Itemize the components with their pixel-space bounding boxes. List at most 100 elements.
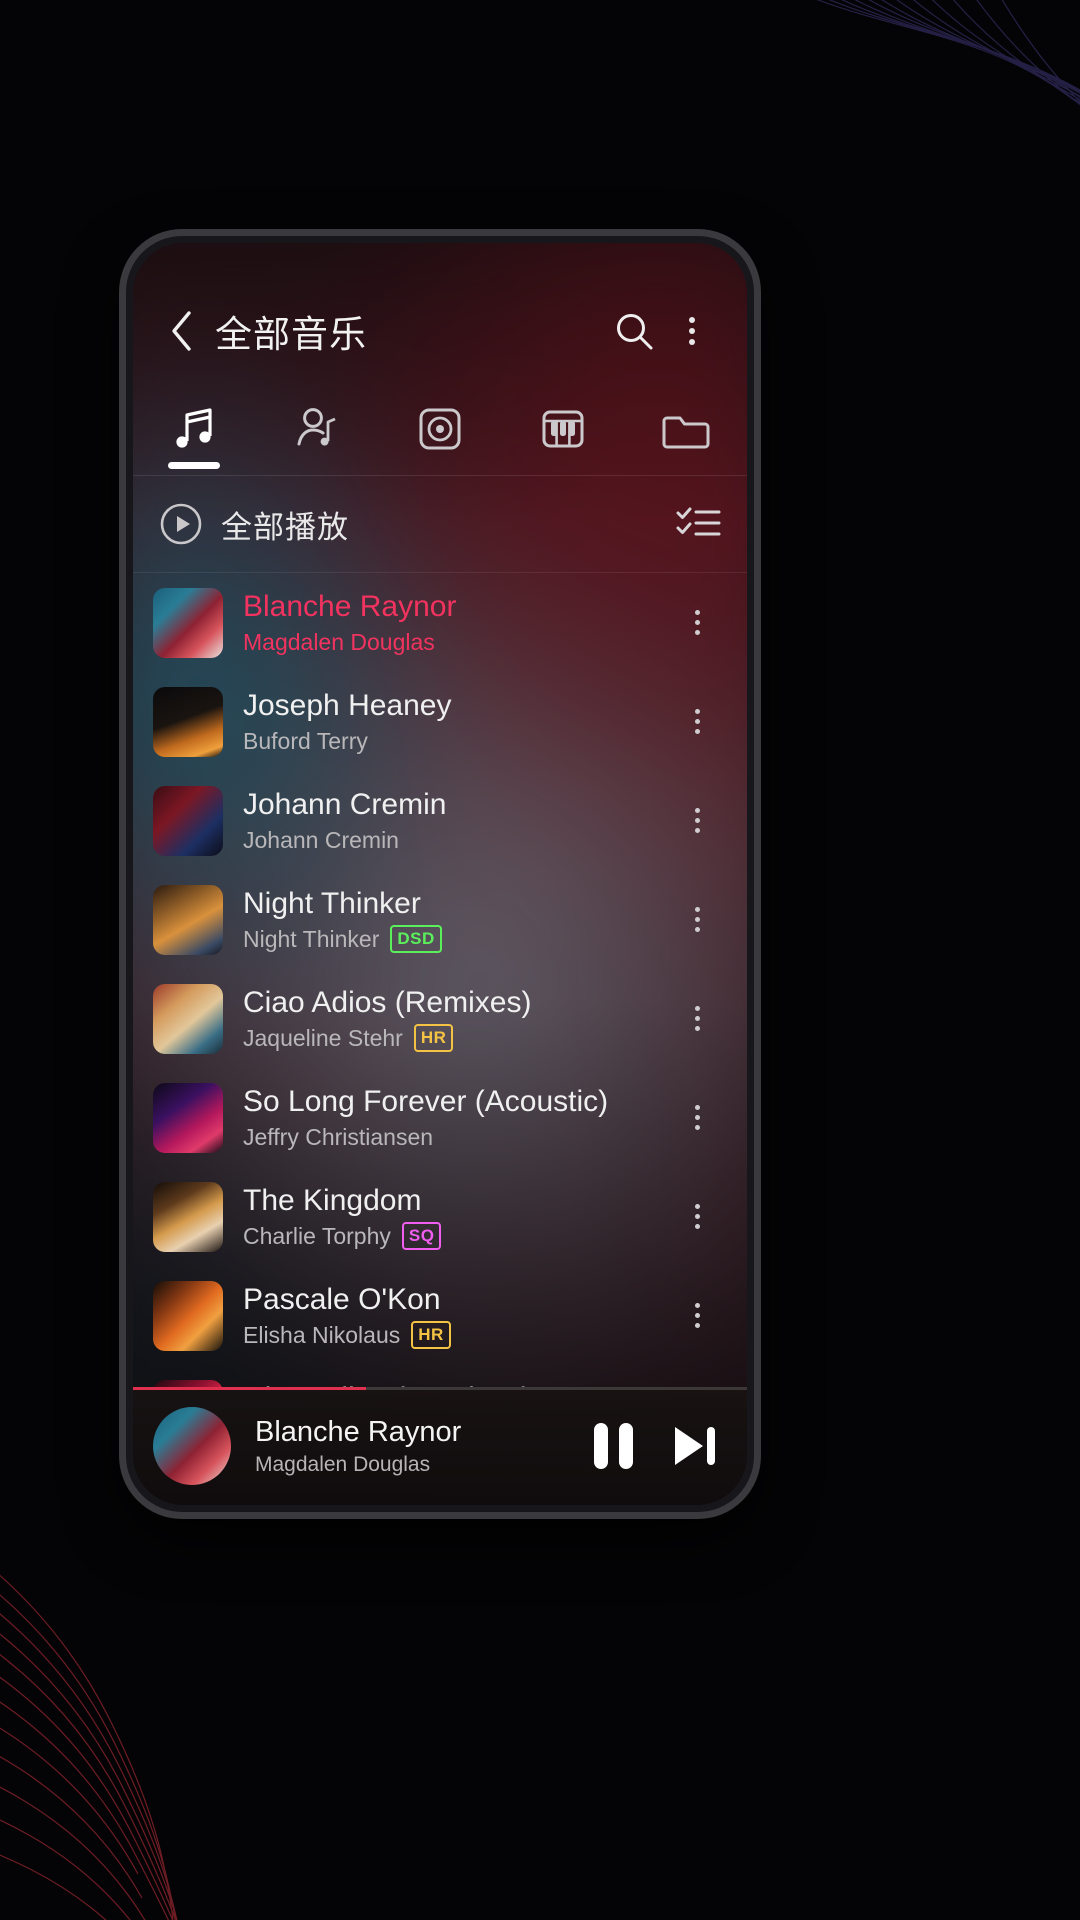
song-metadata: Johann Cremin Johann Cremin (243, 787, 669, 854)
song-row[interactable]: Joseph Heaney Buford Terry (133, 672, 747, 771)
song-subtitle-row: Magdalen Douglas (243, 628, 669, 656)
piano-keys-icon (542, 410, 584, 448)
song-overflow-button[interactable] (669, 610, 725, 635)
song-title: The Kingdom (243, 1184, 422, 1217)
song-artist: Jaqueline Stehr (243, 1025, 403, 1051)
quality-badge: HR (413, 1024, 454, 1052)
quality-badge: HR (411, 1321, 451, 1349)
tab-active-indicator (168, 462, 221, 469)
song-artist: Night Thinker (243, 926, 380, 952)
song-artist: Magdalen Douglas (243, 629, 435, 655)
song-overflow-button[interactable] (669, 709, 725, 734)
page-title: 全部音乐 (215, 314, 367, 355)
song-title: Night Thinker (243, 887, 421, 920)
song-subtitle-row: Jeffry Christiansen (243, 1123, 669, 1151)
quality-badge: DSD (390, 925, 442, 953)
artwork-image (153, 1181, 223, 1252)
song-overflow-button[interactable] (669, 1303, 725, 1328)
playback-progress-fill (133, 1387, 367, 1390)
song-title: Blanche Raynor (243, 590, 457, 623)
phone-frame: 全部音乐 全部播放 Blanche Raynor Magdalen Dougla… (126, 236, 754, 1512)
playback-progress-bar[interactable] (133, 1387, 747, 1390)
song-title: So Long Forever (Acoustic) (243, 1085, 609, 1118)
song-overflow-button[interactable] (669, 1105, 725, 1130)
mini-player-artist: Magdalen Douglas (255, 1452, 431, 1476)
tab-albums[interactable] (379, 383, 502, 475)
song-title: Pascale O'Kon (243, 1283, 441, 1316)
song-artwork (153, 884, 223, 955)
song-overflow-button[interactable] (669, 808, 725, 833)
tab-genres[interactable] (501, 383, 624, 475)
artwork-image (153, 1082, 223, 1153)
song-artwork (153, 1082, 223, 1153)
mini-player-metadata[interactable]: Blanche Raynor Magdalen Douglas (255, 1415, 578, 1478)
song-overflow-button[interactable] (669, 907, 725, 932)
search-icon (617, 314, 653, 350)
artwork-image (153, 587, 223, 658)
more-vertical-icon (694, 610, 700, 635)
more-vertical-icon (689, 317, 695, 345)
song-artwork (153, 686, 223, 757)
artwork-image (153, 785, 223, 856)
song-artwork (153, 1280, 223, 1351)
song-row[interactable]: The Kingdom Charlie Torphy SQ (133, 1167, 747, 1266)
song-subtitle-row: Johann Cremin (243, 826, 669, 854)
song-artist: Johann Cremin (243, 827, 399, 853)
pause-button[interactable] (594, 1423, 633, 1469)
more-vertical-icon (694, 709, 700, 734)
song-row[interactable]: Pascale O'Kon Elisha Nikolaus HR (133, 1266, 747, 1365)
more-vertical-icon (694, 1204, 700, 1229)
quality-badge: SQ (401, 1222, 442, 1250)
search-button[interactable] (605, 302, 663, 360)
song-row[interactable]: Ciao Adios (Remixes) Jaqueline Stehr HR (133, 969, 747, 1068)
play-all-button[interactable]: 全部播放 (159, 502, 349, 547)
artwork-image (153, 1407, 231, 1485)
song-subtitle-row: Buford Terry (243, 727, 669, 755)
song-artist: Charlie Torphy (243, 1223, 391, 1249)
song-artwork (153, 1379, 223, 1387)
mini-player-controls (594, 1422, 721, 1470)
folder-icon (662, 416, 710, 449)
song-title: Joseph Heaney (243, 689, 452, 722)
song-overflow-button[interactable] (669, 1006, 725, 1031)
back-button[interactable] (159, 308, 205, 354)
song-subtitle-row: Night Thinker DSD (243, 925, 669, 953)
mini-player-artwork[interactable] (153, 1407, 231, 1485)
chevron-left-icon (172, 311, 191, 351)
category-tabs (133, 383, 747, 475)
artwork-image (153, 983, 223, 1054)
song-metadata: So Long Forever (Acoustic) Jeffry Christi… (243, 1084, 669, 1151)
song-list[interactable]: Blanche Raynor Magdalen Douglas Joseph Hea… (133, 573, 747, 1387)
next-track-button[interactable] (669, 1422, 721, 1470)
artwork-image (153, 884, 223, 955)
song-artist: Jeffry Christiansen (243, 1124, 434, 1150)
overflow-menu-button[interactable] (663, 302, 721, 360)
song-row[interactable]: Blanche Raynor Magdalen Douglas (133, 573, 747, 672)
song-row[interactable]: Johann Cremin Johann Cremin (133, 771, 747, 870)
song-artwork (153, 983, 223, 1054)
song-subtitle-row: Jaqueline Stehr HR (243, 1024, 669, 1052)
page-root: 全部音乐 全部播放 Blanche Raynor Magdalen Dougla… (0, 0, 1080, 1920)
song-row[interactable]: So Long Forever (Acoustic) Jeffry Christi… (133, 1068, 747, 1167)
play-all-label: 全部播放 (221, 509, 349, 545)
more-vertical-icon (694, 1303, 700, 1328)
tab-artists[interactable] (256, 383, 379, 475)
song-title: Ciao Adios (Remixes) (243, 986, 532, 1019)
pause-icon (594, 1423, 633, 1469)
tab-songs[interactable] (133, 383, 256, 475)
song-metadata: Joseph Heaney Buford Terry (243, 688, 669, 755)
music-note-icon (176, 408, 212, 448)
artwork-image (153, 1280, 223, 1351)
song-row[interactable]: Night Thinker Night Thinker DSD (133, 870, 747, 969)
tab-folders[interactable] (624, 383, 747, 475)
song-overflow-button[interactable] (669, 1204, 725, 1229)
song-artist: Elisha Nikolaus (243, 1322, 401, 1348)
play-all-bar: 全部播放 (133, 476, 747, 572)
song-metadata: Ciao Adios (Remixes) Jaqueline Stehr HR (243, 985, 669, 1052)
song-subtitle-row: Elisha Nikolaus HR (243, 1321, 669, 1349)
song-subtitle-row: Charlie Torphy SQ (243, 1222, 669, 1250)
artist-icon (297, 408, 336, 446)
play-circle-icon (160, 503, 202, 545)
select-mode-button[interactable] (675, 504, 721, 544)
song-row[interactable]: Ciao Adios (Remixes)Willis Osinski (133, 1365, 747, 1387)
